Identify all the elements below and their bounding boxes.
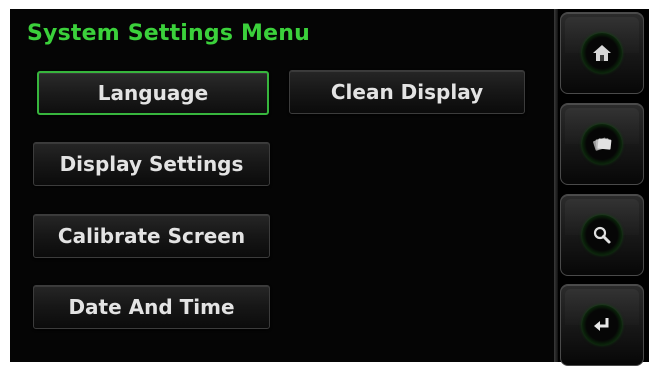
- clean-display-button[interactable]: Clean Display: [289, 70, 525, 114]
- language-button-label: Language: [97, 81, 209, 105]
- enter-button[interactable]: [560, 284, 644, 366]
- search-icon: [582, 215, 622, 255]
- home-icon: [582, 33, 622, 73]
- search-button[interactable]: [560, 194, 644, 276]
- display-settings-button[interactable]: Display Settings: [33, 142, 270, 186]
- display-settings-button-label: Display Settings: [59, 152, 244, 176]
- language-button[interactable]: Language: [37, 71, 269, 115]
- home-button[interactable]: [560, 12, 644, 94]
- date-and-time-button-label: Date And Time: [68, 295, 235, 319]
- settings-screen: System Settings Menu Language Clean Disp…: [10, 9, 554, 362]
- date-and-time-button[interactable]: Date And Time: [33, 285, 270, 329]
- calibrate-screen-button-label: Calibrate Screen: [57, 224, 246, 248]
- calibrate-screen-button[interactable]: Calibrate Screen: [33, 214, 270, 258]
- cards-button[interactable]: [560, 103, 644, 185]
- cards-icon: [582, 124, 622, 164]
- page-title: System Settings Menu: [27, 21, 310, 46]
- clean-display-button-label: Clean Display: [330, 80, 484, 104]
- enter-icon: [582, 305, 622, 345]
